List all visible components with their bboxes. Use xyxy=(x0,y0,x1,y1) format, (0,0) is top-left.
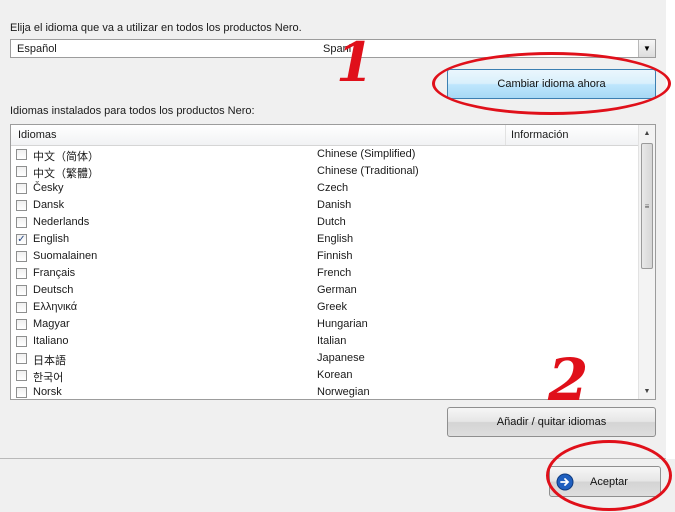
list-item[interactable]: Italiano Italian xyxy=(11,333,639,350)
list-header: Idiomas Información xyxy=(11,125,639,146)
language-checkbox[interactable]: ✓ xyxy=(16,234,27,245)
language-name: Magyar xyxy=(33,318,70,330)
language-name: Norsk xyxy=(33,386,62,398)
language-name: English xyxy=(33,233,70,245)
language-checkbox[interactable] xyxy=(16,149,27,160)
list-item[interactable]: Dansk Danish xyxy=(11,197,639,214)
language-name: Česky xyxy=(33,182,64,194)
language-name: 中文（繁體） xyxy=(33,168,99,180)
language-english-name: Dutch xyxy=(317,216,346,228)
language-english-name: Finnish xyxy=(317,250,353,262)
column-header-information[interactable]: Información xyxy=(511,129,568,141)
annotation-circle-2 xyxy=(546,440,672,511)
language-english-name: Norwegian xyxy=(317,386,370,398)
list-item[interactable]: Magyar Hungarian xyxy=(11,316,639,333)
column-divider xyxy=(505,125,506,145)
list-item[interactable]: Česky Czech xyxy=(11,180,639,197)
list-item[interactable]: Français French xyxy=(11,265,639,282)
language-name: Nederlands xyxy=(33,216,90,228)
scroll-up-arrow-icon[interactable]: ▲ xyxy=(639,125,655,141)
language-name: 한국어 xyxy=(33,372,64,384)
language-checkbox[interactable] xyxy=(16,183,27,194)
list-item[interactable]: Suomalainen Finnish xyxy=(11,248,639,265)
installed-languages-label: Idiomas instalados para todos los produc… xyxy=(10,105,255,117)
list-item[interactable]: 中文（简体） Chinese (Simplified) xyxy=(11,146,639,163)
language-name: Suomalainen xyxy=(33,250,98,262)
list-item[interactable]: Ελληνικά Greek xyxy=(11,299,639,316)
scroll-down-arrow-icon[interactable]: ▼ xyxy=(639,383,655,399)
language-english-name: Czech xyxy=(317,182,349,194)
language-name: Dansk xyxy=(33,199,65,211)
scrollbar-thumb[interactable]: ≡ xyxy=(641,143,653,269)
language-english-name: French xyxy=(317,267,352,279)
language-checkbox[interactable] xyxy=(16,336,27,347)
language-checkbox[interactable] xyxy=(16,217,27,228)
list-item[interactable]: Nederlands Dutch xyxy=(11,214,639,231)
language-name: Français xyxy=(33,267,76,279)
annotation-number-2: 2 xyxy=(548,346,589,414)
language-name: 日本語 xyxy=(33,355,66,367)
annotation-circle-1 xyxy=(432,52,671,115)
list-item[interactable]: 한국어 Korean xyxy=(11,367,639,384)
vertical-scrollbar[interactable]: ▲ ≡ ▼ xyxy=(638,125,655,399)
annotation-number-1: 1 xyxy=(336,30,374,94)
language-checkbox[interactable] xyxy=(16,285,27,296)
language-checkbox[interactable] xyxy=(16,387,27,398)
language-english-name: Chinese (Traditional) xyxy=(317,165,419,177)
list-item[interactable]: 中文（繁體） Chinese (Traditional) xyxy=(11,163,639,180)
language-name: 中文（简体） xyxy=(33,151,99,163)
language-select-value: Español xyxy=(17,43,57,55)
language-checkbox[interactable] xyxy=(16,251,27,262)
language-english-name: Greek xyxy=(317,301,347,313)
language-english-name: Korean xyxy=(317,369,353,381)
language-checkbox[interactable] xyxy=(16,319,27,330)
prompt-label: Elija el idioma que va a utilizar en tod… xyxy=(10,22,302,34)
list-item[interactable]: Deutsch German xyxy=(11,282,639,299)
list-item[interactable]: 日本語 Japanese xyxy=(11,350,639,367)
language-english-name: Danish xyxy=(317,199,352,211)
language-english-name: German xyxy=(317,284,357,296)
chevron-down-icon[interactable]: ▼ xyxy=(638,40,655,57)
language-english-name: English xyxy=(317,233,354,245)
language-english-name: Hungarian xyxy=(317,318,368,330)
language-name: Italiano xyxy=(33,335,69,347)
window-edge xyxy=(666,0,675,459)
language-checkbox[interactable] xyxy=(16,166,27,177)
language-rows: 中文（简体） Chinese (Simplified) 中文（繁體） Chinese … xyxy=(11,146,639,399)
language-english-name: Chinese (Simplified) xyxy=(317,148,416,160)
list-item[interactable]: ✓ English English xyxy=(11,231,639,248)
list-item[interactable]: Norsk Norwegian xyxy=(11,384,639,399)
language-english-name: Italian xyxy=(317,335,347,347)
language-checkbox[interactable] xyxy=(16,370,27,381)
language-checkbox[interactable] xyxy=(16,268,27,279)
language-english-name: Japanese xyxy=(317,352,365,364)
language-name: Ελληνικά xyxy=(33,301,78,313)
language-checkbox[interactable] xyxy=(16,200,27,211)
language-checkbox[interactable] xyxy=(16,302,27,313)
add-remove-languages-button-label: Añadir / quitar idiomas xyxy=(496,416,607,428)
column-header-languages[interactable]: Idiomas xyxy=(18,129,57,141)
language-checkbox[interactable] xyxy=(16,353,27,364)
language-name: Deutsch xyxy=(33,284,74,296)
